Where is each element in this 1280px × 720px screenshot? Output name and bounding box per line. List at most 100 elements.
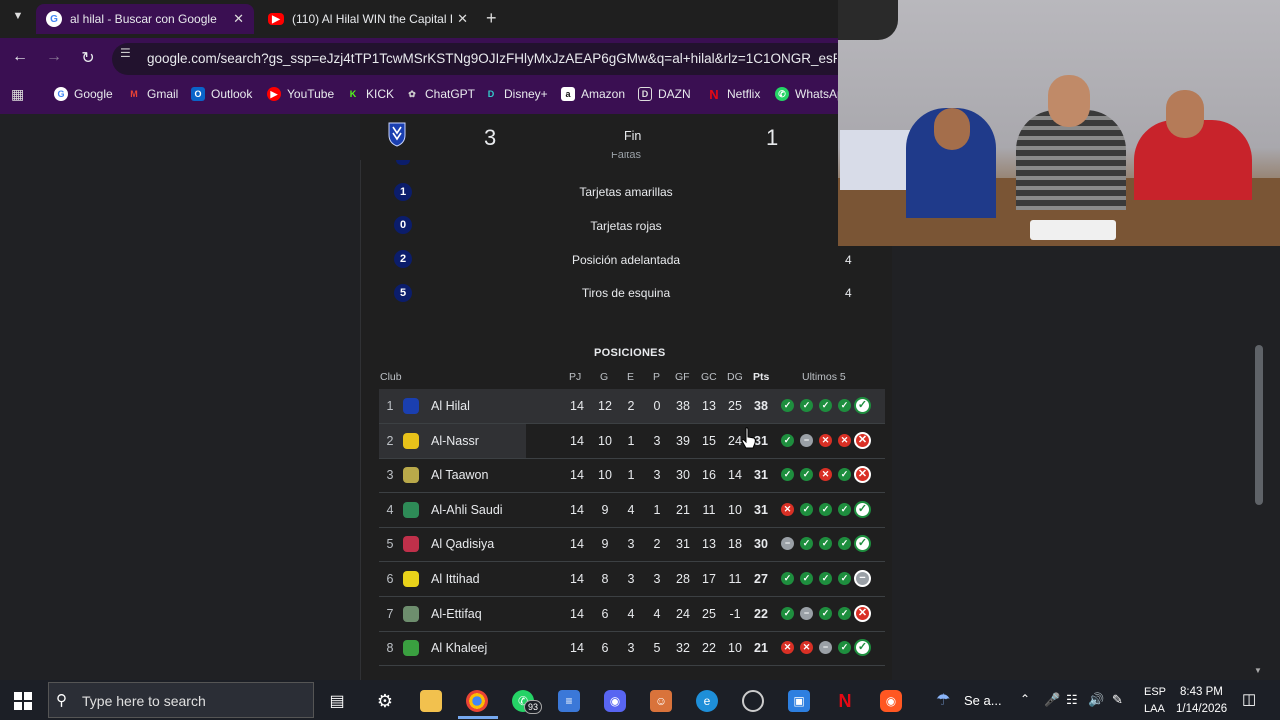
win-icon[interactable]: ✓ [838, 399, 851, 412]
weather-text[interactable]: Se a... [964, 693, 1002, 708]
win-icon[interactable]: ✓ [781, 399, 794, 412]
draw-icon[interactable]: − [800, 433, 813, 447]
loss-icon[interactable]: ✕ [854, 431, 871, 449]
team-name[interactable]: Al-Ahli Saudi [431, 493, 503, 527]
bookmark-google[interactable]: G Google [54, 87, 113, 101]
win-icon[interactable]: ✓ [838, 641, 851, 655]
store-icon[interactable]: ▣ [788, 690, 810, 712]
team-name[interactable]: Al Qadisiya [431, 527, 494, 561]
bookmark-amazon[interactable]: a Amazon [561, 87, 625, 101]
win-icon[interactable]: ✓ [838, 572, 851, 585]
tab-youtube-video[interactable]: ▶ (110) Al Hilal WIN the Capital D ✕ [258, 4, 478, 34]
draw-icon[interactable]: − [854, 570, 871, 587]
volume-icon[interactable]: 🔊 [1088, 692, 1104, 708]
win-icon[interactable]: ✓ [781, 606, 794, 620]
bookmark-whatsapp[interactable]: ✆ WhatsAp [775, 87, 844, 101]
microphone-icon[interactable]: 🎤 [1044, 692, 1060, 708]
loss-icon[interactable]: ✕ [819, 468, 832, 482]
windows-start-icon[interactable] [14, 692, 32, 710]
apps-grid-icon[interactable]: ▦ [11, 86, 27, 102]
edge-icon[interactable]: e [696, 690, 718, 712]
win-icon[interactable]: ✓ [800, 502, 813, 516]
win-icon[interactable]: ✓ [781, 572, 794, 585]
standings-row[interactable]: 7 Al-Ettifaq 14 6 4 4 24 25 -1 22 ✓ − ✓ ✓ ✕ [379, 597, 885, 632]
loss-icon[interactable]: ✕ [819, 433, 832, 447]
netflix-icon[interactable]: N [834, 690, 856, 712]
win-icon[interactable]: ✓ [838, 606, 851, 620]
bookmark-netflix[interactable]: N Netflix [707, 87, 760, 102]
forward-icon[interactable]: → [44, 48, 64, 66]
file-explorer-icon[interactable] [420, 690, 442, 712]
win-icon[interactable]: ✓ [854, 639, 871, 657]
bookmark-gmail[interactable]: M Gmail [127, 87, 178, 101]
language-top[interactable]: ESP [1144, 686, 1166, 698]
reload-icon[interactable]: ↻ [78, 48, 98, 68]
win-icon[interactable]: ✓ [800, 572, 813, 585]
discord-icon[interactable]: ◉ [604, 690, 626, 712]
loss-icon[interactable]: ✕ [781, 641, 794, 655]
win-icon[interactable]: ✓ [781, 433, 794, 447]
back-icon[interactable]: ← [10, 48, 30, 66]
win-icon[interactable]: ✓ [838, 537, 851, 551]
tab-search-icon[interactable]: ▼ [8, 10, 28, 30]
bookmark-dazn[interactable]: D DAZN [638, 87, 691, 101]
weather-icon[interactable]: ☂ [936, 690, 950, 710]
close-icon[interactable]: ✕ [233, 11, 244, 27]
clock-date[interactable]: 1/14/2026 [1176, 703, 1227, 715]
win-icon[interactable]: ✓ [819, 537, 832, 551]
team-name[interactable]: Al-Nassr [431, 424, 479, 458]
standings-row[interactable]: 5 Al Qadisiya 14 9 3 2 31 13 18 30− ✓ ✓ ✓ ✓ [379, 527, 885, 563]
win-icon[interactable]: ✓ [838, 502, 851, 516]
win-icon[interactable]: ✓ [854, 535, 871, 553]
network-icon[interactable]: ☷ [1066, 692, 1078, 708]
scroll-down-icon[interactable]: ▼ [1254, 666, 1262, 675]
bookmark-kick[interactable]: K KICK [346, 87, 394, 101]
win-icon[interactable]: ✓ [838, 468, 851, 482]
pen-icon[interactable]: ✎ [1112, 692, 1123, 708]
standings-row[interactable]: 2 Al-Nassr 14 10 1 3 39 15 24 31 ✓ − ✕ ✕ ✕ [379, 423, 885, 459]
win-icon[interactable]: ✓ [800, 537, 813, 551]
team-name[interactable]: Al Ittihad [431, 562, 480, 596]
loss-icon[interactable]: ✕ [838, 433, 851, 447]
clock-app-icon[interactable] [742, 690, 764, 712]
win-icon[interactable]: ✓ [819, 606, 832, 620]
win-icon[interactable]: ✓ [819, 502, 832, 516]
team-name[interactable]: Al Khaleej [431, 631, 487, 665]
clock-time[interactable]: 8:43 PM [1180, 686, 1223, 698]
page-scrollbar[interactable] [1255, 345, 1263, 505]
loss-icon[interactable]: ✕ [854, 604, 871, 622]
loss-icon[interactable]: ✕ [781, 502, 794, 516]
win-icon[interactable]: ✓ [800, 468, 813, 482]
close-icon[interactable]: ✕ [457, 11, 468, 27]
win-icon[interactable]: ✓ [819, 572, 832, 585]
team-name[interactable]: Al Hilal [431, 389, 470, 423]
app-avatar-icon[interactable]: ☺ [650, 690, 672, 712]
new-tab-icon[interactable]: + [486, 8, 497, 29]
recording-app-icon[interactable]: ◉ [880, 690, 902, 712]
win-icon[interactable]: ✓ [781, 468, 794, 482]
team-name[interactable]: Al Taawon [431, 458, 488, 492]
task-view-icon[interactable]: ▤ [326, 690, 348, 712]
language-bottom[interactable]: LAA [1144, 703, 1165, 715]
notifications-icon[interactable]: ◫ [1242, 690, 1256, 708]
taskbar-search-placeholder[interactable]: Type here to search [82, 693, 206, 709]
bookmark-disney[interactable]: D Disney+ [484, 87, 548, 101]
standings-row[interactable]: 8 Al Khaleej 14 6 3 5 32 22 10 21 ✕ ✕ − ✓ ✓ [379, 631, 885, 667]
calculator-icon[interactable]: ≡ [558, 690, 580, 712]
win-icon[interactable]: ✓ [854, 397, 871, 414]
tab-google-search[interactable]: G al hilal - Buscar con Google ✕ [36, 4, 254, 34]
standings-row[interactable]: 1 Al Hilal 14 12 2 0 38 13 25 38 ✓ ✓ ✓ ✓ ✓ [379, 389, 885, 424]
win-icon[interactable]: ✓ [854, 500, 871, 518]
bookmark-youtube[interactable]: ▶ YouTube [267, 87, 334, 101]
draw-icon[interactable]: − [781, 537, 794, 551]
standings-row[interactable]: 4 Al-Ahli Saudi 14 9 4 1 21 11 10 31 ✕ ✓ ✓ ✓ ✓ [379, 493, 885, 528]
settings-gear-icon[interactable]: ⚙ [374, 690, 396, 712]
draw-icon[interactable]: − [800, 606, 813, 620]
standings-row[interactable]: 3 Al Taawon 14 10 1 3 30 16 14 31 ✓ ✓ ✕ ✓ ✕ [379, 458, 885, 494]
draw-icon[interactable]: − [819, 641, 832, 655]
team-name[interactable]: Al-Ettifaq [431, 597, 482, 631]
win-icon[interactable]: ✓ [819, 399, 832, 412]
win-icon[interactable]: ✓ [800, 399, 813, 412]
loss-icon[interactable]: ✕ [800, 641, 813, 655]
loss-icon[interactable]: ✕ [854, 466, 871, 484]
